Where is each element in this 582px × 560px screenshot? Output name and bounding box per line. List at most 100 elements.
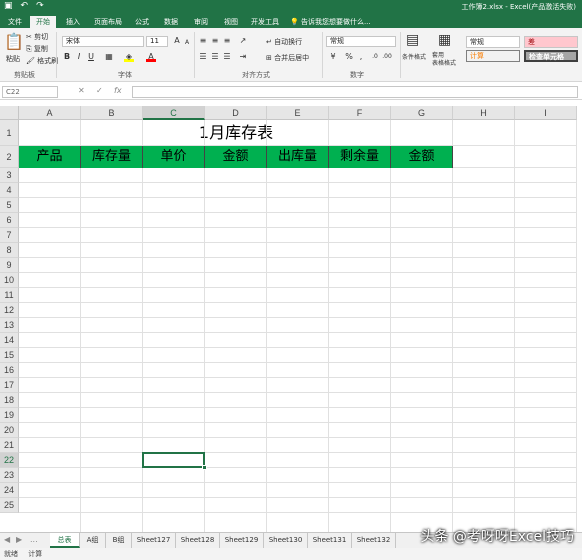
- format-painter-button[interactable]: 🖌 格式刷: [26, 56, 58, 66]
- column-header-a[interactable]: A: [19, 106, 81, 120]
- font-size-select[interactable]: 11: [146, 36, 168, 47]
- cancel-icon[interactable]: ✕: [78, 86, 85, 95]
- percent-button[interactable]: %: [344, 52, 354, 62]
- tell-me-search[interactable]: 💡 告诉我您想要做什么...: [290, 16, 371, 28]
- font-name-select[interactable]: 宋体: [62, 36, 144, 47]
- more-sheets-icon[interactable]: ...: [30, 535, 38, 544]
- row-header-21[interactable]: 21: [0, 438, 19, 453]
- row-header-8[interactable]: 8: [0, 243, 19, 258]
- indent-icon[interactable]: ⇥: [238, 52, 248, 62]
- header-cell[interactable]: 库存量: [81, 146, 143, 168]
- row-header-9[interactable]: 9: [0, 258, 19, 273]
- cut-button[interactable]: ✂ 剪切: [26, 32, 48, 42]
- sheet-tab[interactable]: Sheet127: [132, 533, 176, 548]
- next-sheet-icon[interactable]: ▶: [16, 535, 22, 544]
- column-header-i[interactable]: I: [515, 106, 577, 120]
- align-right-icon[interactable]: ☰: [222, 52, 232, 62]
- name-box[interactable]: C22: [2, 86, 58, 98]
- comma-button[interactable]: ,: [356, 52, 366, 62]
- row-header-24[interactable]: 24: [0, 483, 19, 498]
- formula-input[interactable]: [132, 86, 578, 98]
- row-header-17[interactable]: 17: [0, 378, 19, 393]
- column-header-c[interactable]: C: [143, 106, 205, 120]
- row-header-16[interactable]: 16: [0, 363, 19, 378]
- function-icon[interactable]: fx: [114, 86, 122, 95]
- tab-review[interactable]: 审阅: [188, 16, 214, 28]
- decrease-decimal-icon[interactable]: .00: [382, 52, 392, 62]
- row-header-2[interactable]: 2: [0, 146, 19, 168]
- currency-icon[interactable]: ¥: [328, 52, 338, 62]
- underline-button[interactable]: U: [86, 52, 96, 62]
- wrap-text-button[interactable]: ↵ 自动换行: [266, 37, 302, 47]
- format-table-icon[interactable]: ▦: [438, 32, 451, 48]
- sheet-tab[interactable]: A组: [80, 533, 106, 548]
- grow-font-button[interactable]: A: [172, 36, 182, 46]
- tab-file[interactable]: 文件: [2, 16, 28, 28]
- row-header-14[interactable]: 14: [0, 333, 19, 348]
- row-header-3[interactable]: 3: [0, 168, 19, 183]
- row-header-1[interactable]: 1: [0, 120, 19, 146]
- redo-icon[interactable]: ↷: [36, 1, 44, 11]
- row-header-12[interactable]: 12: [0, 303, 19, 318]
- row-header-22[interactable]: 22: [0, 453, 19, 468]
- sheet-title-cell[interactable]: 1月库存表: [19, 120, 453, 146]
- prev-sheet-icon[interactable]: ◀: [4, 535, 10, 544]
- tab-view[interactable]: 视图: [218, 16, 244, 28]
- column-header-f[interactable]: F: [329, 106, 391, 120]
- tab-home[interactable]: 开始: [30, 16, 56, 28]
- header-cell[interactable]: 金额: [391, 146, 453, 168]
- fill-color-icon[interactable]: ◈: [124, 52, 134, 62]
- header-cell[interactable]: 剩余量: [329, 146, 391, 168]
- bold-button[interactable]: B: [62, 52, 72, 62]
- align-top-icon[interactable]: ≡: [198, 36, 208, 46]
- copy-button[interactable]: ⎘ 复制: [26, 44, 48, 54]
- sheet-tab[interactable]: B组: [106, 533, 132, 548]
- conditional-format-button[interactable]: 条件格式: [402, 52, 426, 61]
- increase-decimal-icon[interactable]: .0: [370, 52, 380, 62]
- row-header-7[interactable]: 7: [0, 228, 19, 243]
- paste-icon[interactable]: 📋: [4, 32, 24, 51]
- row-header-23[interactable]: 23: [0, 468, 19, 483]
- header-cell[interactable]: 金额: [205, 146, 267, 168]
- sheet-tab[interactable]: Sheet130: [264, 533, 308, 548]
- enter-icon[interactable]: ✓: [96, 86, 103, 95]
- tab-page-layout[interactable]: 页面布局: [90, 16, 126, 28]
- style-calculation[interactable]: 计算: [466, 50, 520, 62]
- column-header-e[interactable]: E: [267, 106, 329, 120]
- align-left-icon[interactable]: ☰: [198, 52, 208, 62]
- merge-center-button[interactable]: ⊞ 合并后居中: [266, 53, 309, 63]
- sheet-tab[interactable]: Sheet132: [352, 533, 396, 548]
- row-header-11[interactable]: 11: [0, 288, 19, 303]
- row-header-4[interactable]: 4: [0, 183, 19, 198]
- tab-data[interactable]: 数据: [158, 16, 184, 28]
- style-check-cell[interactable]: 检查单元格: [524, 50, 578, 62]
- column-header-h[interactable]: H: [453, 106, 515, 120]
- sheet-tab[interactable]: 总表: [50, 533, 80, 548]
- column-header-g[interactable]: G: [391, 106, 453, 120]
- style-bad[interactable]: 差: [524, 36, 578, 48]
- column-header-d[interactable]: D: [205, 106, 267, 120]
- number-format-select[interactable]: 常规: [326, 36, 396, 47]
- font-color-icon[interactable]: A: [146, 52, 156, 62]
- align-bottom-icon[interactable]: ≡: [222, 36, 232, 46]
- row-header-6[interactable]: 6: [0, 213, 19, 228]
- sheet-tab[interactable]: Sheet128: [176, 533, 220, 548]
- align-middle-icon[interactable]: ≡: [210, 36, 220, 46]
- row-header-20[interactable]: 20: [0, 423, 19, 438]
- shrink-font-button[interactable]: A: [182, 38, 192, 48]
- orientation-icon[interactable]: ↗: [238, 36, 248, 46]
- style-normal[interactable]: 常规: [466, 36, 520, 48]
- italic-button[interactable]: I: [74, 52, 84, 62]
- undo-icon[interactable]: ↶: [21, 1, 29, 11]
- row-header-19[interactable]: 19: [0, 408, 19, 423]
- conditional-format-icon[interactable]: ▤: [406, 32, 419, 48]
- tab-formulas[interactable]: 公式: [130, 16, 154, 28]
- header-cell[interactable]: 单价: [143, 146, 205, 168]
- spreadsheet-grid[interactable]: ABCDEFGHI 1 2 3 4 5 6 7 8 9 10 11 12 13 14 15 16 17 18 19 2…: [0, 106, 582, 532]
- save-icon[interactable]: ▣: [4, 1, 13, 11]
- row-header-18[interactable]: 18: [0, 393, 19, 408]
- border-icon[interactable]: ▦: [104, 52, 114, 62]
- header-cell[interactable]: 产品: [19, 146, 81, 168]
- row-header-15[interactable]: 15: [0, 348, 19, 363]
- align-center-icon[interactable]: ☰: [210, 52, 220, 62]
